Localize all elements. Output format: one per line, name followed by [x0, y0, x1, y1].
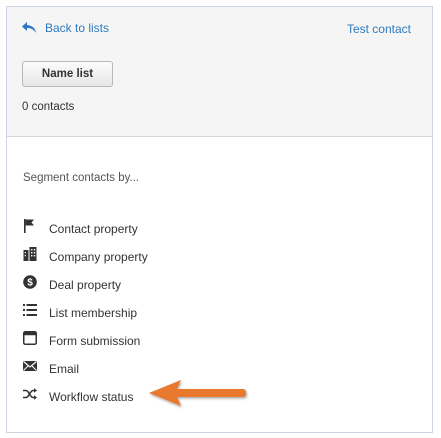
segment-option-label: Contact property — [49, 222, 138, 236]
contacts-count: 0 contacts — [22, 101, 75, 113]
svg-text:$: $ — [27, 278, 33, 289]
segment-option-list-membership[interactable]: List membership — [23, 299, 323, 327]
highlight-arrow-icon — [149, 380, 246, 406]
form-icon — [23, 331, 37, 345]
segment-option-label: Workflow status — [49, 390, 134, 404]
segment-option-contact-property[interactable]: Contact property — [23, 215, 323, 243]
dollar-icon: $ — [23, 275, 37, 289]
back-to-lists-label: Back to lists — [45, 21, 110, 35]
list-editor-panel: Back to lists Test contact Name list 0 c… — [6, 6, 433, 433]
shuffle-icon — [23, 388, 37, 400]
back-to-lists-link[interactable]: Back to lists — [21, 21, 109, 35]
segment-option-form-submission[interactable]: Form submission — [23, 327, 323, 355]
segment-option-company-property[interactable]: Company property — [23, 243, 323, 271]
list-icon — [23, 304, 37, 316]
segment-option-label: Company property — [49, 250, 148, 264]
list-header-section: Back to lists Test contact Name list 0 c… — [7, 7, 432, 137]
back-arrow-icon — [22, 22, 36, 33]
envelope-icon — [23, 361, 37, 371]
flag-icon — [24, 219, 34, 233]
segment-title: Segment contacts by... — [23, 172, 140, 184]
segment-option-label: Form submission — [49, 334, 141, 348]
building-icon — [23, 247, 37, 261]
name-list-button[interactable]: Name list — [22, 61, 113, 87]
test-contact-link[interactable]: Test contact — [347, 22, 411, 36]
segment-option-deal-property[interactable]: $ Deal property — [23, 271, 323, 299]
segment-option-label: Deal property — [49, 278, 122, 292]
segment-option-label: Email — [49, 362, 80, 376]
segment-option-label: List membership — [49, 306, 138, 320]
